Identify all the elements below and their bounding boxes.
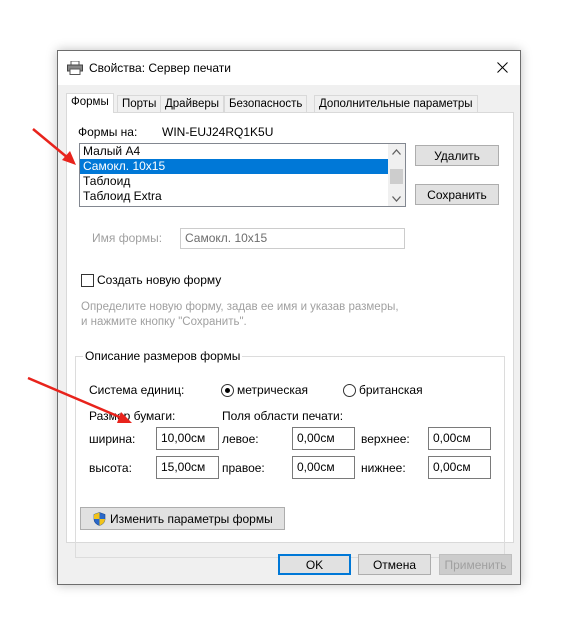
- radio-selected-dot: [225, 388, 230, 393]
- top-margin-field[interactable]: 0,00см: [428, 427, 491, 450]
- scroll-up-icon[interactable]: [388, 144, 405, 159]
- height-field[interactable]: 15,00см: [156, 456, 219, 479]
- form-size-group-title: Описание размеров формы: [83, 349, 243, 363]
- form-name-label: Имя формы:: [92, 231, 163, 245]
- forms-on-label: Формы на:: [78, 125, 138, 139]
- british-radio[interactable]: [343, 384, 356, 397]
- tab-drivers[interactable]: Драйверы: [160, 95, 225, 112]
- title-bar: Свойства: Сервер печати: [58, 51, 520, 85]
- printer-icon: [67, 60, 83, 78]
- tab-forms[interactable]: Формы: [66, 93, 114, 113]
- form-name-field[interactable]: Самокл. 10x15: [180, 228, 405, 249]
- tab-advanced[interactable]: Дополнительные параметры: [314, 95, 478, 112]
- delete-button[interactable]: Удалить: [415, 145, 499, 166]
- scroll-thumb[interactable]: [390, 169, 403, 184]
- right-margin-field[interactable]: 0,00см: [292, 456, 355, 479]
- width-label: ширина:: [89, 432, 136, 446]
- tab-ports[interactable]: Порты: [117, 95, 162, 112]
- height-label: высота:: [89, 461, 132, 475]
- shield-icon: [93, 511, 106, 526]
- cancel-button[interactable]: Отмена: [358, 554, 431, 575]
- left-margin-field[interactable]: 0,00см: [292, 427, 355, 450]
- forms-tab-panel: Формы на: WIN-EUJ24RQ1K5U Малый A4 Самок…: [66, 112, 514, 558]
- metric-radio[interactable]: [221, 384, 234, 397]
- create-new-form-label[interactable]: Создать новую форму: [97, 273, 221, 287]
- close-button[interactable]: [484, 51, 520, 83]
- apply-button[interactable]: Применить: [439, 554, 512, 575]
- right-margin-label: правое:: [222, 461, 265, 475]
- print-server-properties-dialog: Свойства: Сервер печати Формы Порты Драй…: [57, 50, 521, 585]
- units-label: Система единиц:: [89, 383, 185, 397]
- change-form-params-button[interactable]: Изменить параметры формы: [80, 507, 285, 530]
- list-scrollbar[interactable]: [388, 144, 405, 206]
- print-area-label: Поля области печати:: [222, 409, 344, 423]
- hint-text-line-1: Определите новую форму, задав ее имя и у…: [81, 301, 399, 313]
- width-field[interactable]: 10,00см: [156, 427, 219, 450]
- list-item-selected[interactable]: Самокл. 10x15: [80, 159, 388, 174]
- ok-button[interactable]: OK: [278, 554, 351, 575]
- paper-size-label: Размер бумаги:: [89, 409, 176, 423]
- create-new-form-checkbox[interactable]: [81, 274, 94, 287]
- list-item[interactable]: Малый A4: [80, 144, 388, 159]
- scroll-down-icon[interactable]: [388, 191, 405, 206]
- save-button[interactable]: Сохранить: [415, 184, 499, 205]
- british-radio-label[interactable]: британская: [359, 383, 423, 397]
- left-margin-label: левое:: [222, 432, 259, 446]
- close-icon: [496, 61, 508, 73]
- server-name: WIN-EUJ24RQ1K5U: [162, 125, 274, 139]
- tab-security[interactable]: Безопасность: [224, 95, 308, 112]
- list-item[interactable]: Таблоид Extra: [80, 189, 388, 204]
- metric-radio-label[interactable]: метрическая: [237, 383, 308, 397]
- list-item[interactable]: Таблоид: [80, 174, 388, 189]
- top-margin-label: верхнее:: [361, 432, 410, 446]
- hint-text-line-2: и нажмите кнопку "Сохранить".: [81, 316, 247, 328]
- change-form-params-label: Изменить параметры формы: [110, 511, 273, 526]
- window-title: Свойства: Сервер печати: [89, 61, 231, 75]
- form-size-groupbox: Описание размеров формы Система единиц: …: [75, 349, 505, 558]
- bottom-margin-field[interactable]: 0,00см: [428, 456, 491, 479]
- forms-listbox[interactable]: Малый A4 Самокл. 10x15 Таблоид Таблоид E…: [79, 143, 406, 207]
- bottom-margin-label: нижнее:: [361, 461, 406, 475]
